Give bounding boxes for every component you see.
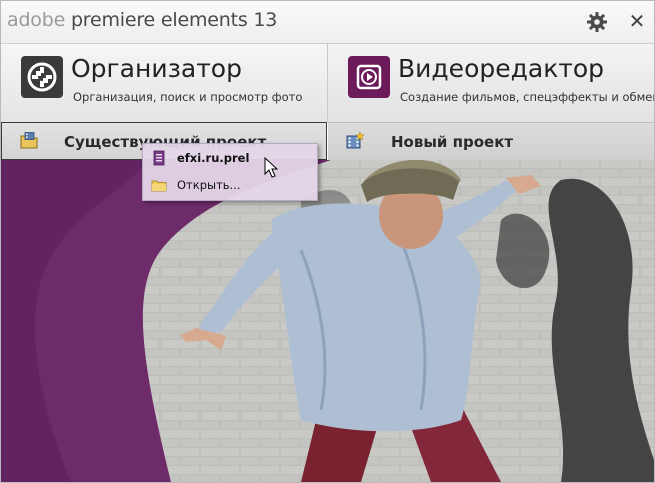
background-photo (1, 160, 654, 482)
organizer-subtitle: Организация, поиск и просмотр фото (73, 90, 303, 104)
app-window: adobe premiere elements 13 ✕ Организатор… (0, 0, 655, 483)
open-project-label: Открыть... (177, 178, 241, 192)
title-bar: adobe premiere elements 13 ✕ (1, 1, 654, 44)
new-project-button[interactable]: Новый проект (328, 122, 654, 161)
recent-projects-menu: efxi.ru.prel Открыть... (142, 143, 318, 201)
close-icon[interactable]: ✕ (626, 10, 648, 32)
video-editor-icon (348, 56, 390, 98)
organizer-tile[interactable]: Организатор Организация, поиск и просмот… (1, 44, 328, 122)
video-editor-subtitle: Создание фильмов, спецэффекты и обмен (400, 90, 655, 104)
organizer-title: Организатор (71, 54, 242, 83)
new-film-icon (346, 131, 365, 149)
mouse-cursor-icon (264, 156, 280, 179)
gear-icon[interactable] (586, 11, 608, 33)
video-editor-tile[interactable]: Видеоредактор Создание фильмов, спецэффе… (328, 44, 655, 122)
app-title: adobe premiere elements 13 (7, 9, 277, 31)
video-editor-title: Видеоредактор (398, 54, 605, 83)
new-project-label: Новый проект (391, 133, 514, 151)
recent-project-item[interactable]: efxi.ru.prel (143, 145, 317, 171)
open-project-item[interactable]: Открыть... (143, 172, 317, 198)
app-title-brand: adobe (7, 9, 66, 31)
organizer-icon (21, 56, 63, 98)
app-title-product: premiere elements 13 (70, 9, 278, 31)
folder-icon (151, 177, 167, 193)
folder-film-icon (20, 132, 38, 149)
recent-project-label: efxi.ru.prel (177, 151, 250, 165)
project-file-icon (151, 150, 167, 166)
